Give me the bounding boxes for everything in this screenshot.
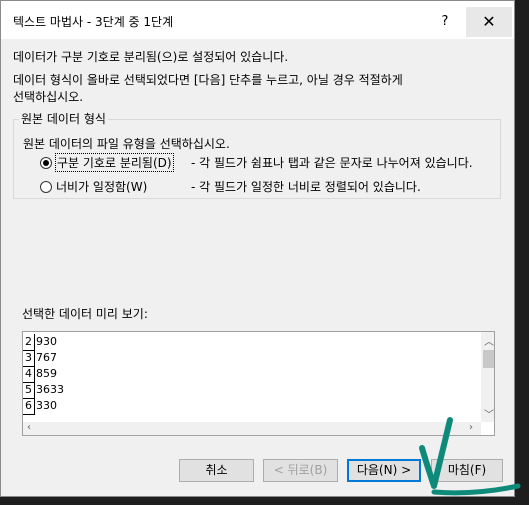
preview-row: 6 330 [23,398,483,415]
delimited-description: - 각 필드가 쉼표나 탭과 같은 문자로 나누어져 있습니다. [191,156,473,170]
title-bar: 텍스트 마법사 - 3단계 중 1단계 ? ✕ [1,1,514,39]
cancel-button[interactable]: 취소 [179,459,254,482]
row-number: 5 [23,382,35,399]
row-value: 3633 [36,383,64,396]
radio-delimited-indicator[interactable] [40,156,52,169]
close-button[interactable]: ✕ [466,7,512,37]
finish-button[interactable]: 마침(F) [431,459,503,482]
row-number: 2 [23,334,35,351]
scroll-left-icon[interactable]: ‹ [27,422,31,433]
radio-fixed-width[interactable]: 너비가 일정함(W) [40,178,147,195]
scroll-down-icon[interactable]: ﹀ [484,406,494,421]
row-value: 859 [36,367,57,380]
file-type-prompt: 원본 데이터의 파일 유형을 선택하십시오. [23,137,230,151]
row-number: 3 [23,350,35,367]
row-value: 930 [36,335,57,348]
window-title: 텍스트 마법사 - 3단계 중 1단계 [13,15,174,29]
radio-delimited[interactable]: 구분 기호로 분리됨(D) [40,153,174,172]
preview-label: 선택한 데이터 미리 보기: [22,307,148,321]
radio-delimited-label[interactable]: 구분 기호로 분리됨(D) [55,153,174,172]
scroll-right-icon[interactable]: › [469,422,473,433]
row-number: 6 [23,398,35,415]
row-value: 330 [36,399,57,412]
preview-row: 4 859 [23,366,483,383]
back-button[interactable]: < 뒤로(B) [263,459,338,482]
intro-line-2: 데이터 형식이 올바로 선택되었다면 [다음] 단추를 누르고, 아닐 경우 적… [13,73,403,87]
radio-fixed-width-label[interactable]: 너비가 일정함(W) [56,178,147,195]
data-preview[interactable]: 2 930 3 767 4 859 5 3633 6 330 ︿ ﹀ ‹ › [22,331,495,436]
fixed-width-description: - 각 필드가 일정한 너비로 정렬되어 있습니다. [191,180,421,194]
horizontal-scrollbar[interactable]: ‹ › [23,422,481,435]
next-button[interactable]: 다음(N) > [347,459,421,482]
preview-row: 3 767 [23,350,483,367]
scroll-up-icon[interactable]: ︿ [484,333,494,348]
intro-line-1: 데이터가 구분 기호로 분리됨(으)로 설정되어 있습니다. [13,50,289,64]
help-button[interactable]: ? [426,7,464,37]
text-wizard-dialog: 텍스트 마법사 - 3단계 중 1단계 ? ✕ 데이터가 구분 기호로 분리됨(… [0,0,515,497]
preview-row: 5 3633 [23,382,483,399]
vertical-scrollbar[interactable]: ︿ ﹀ [481,332,494,422]
vertical-scroll-thumb[interactable] [483,350,494,368]
row-number: 4 [23,366,35,383]
intro-line-3: 선택하십시오. [13,90,84,104]
row-value: 767 [36,351,57,364]
preview-row: 2 930 [23,334,483,351]
radio-fixed-width-indicator[interactable] [40,180,52,193]
group-legend: 원본 데이터 형식 [19,110,108,127]
